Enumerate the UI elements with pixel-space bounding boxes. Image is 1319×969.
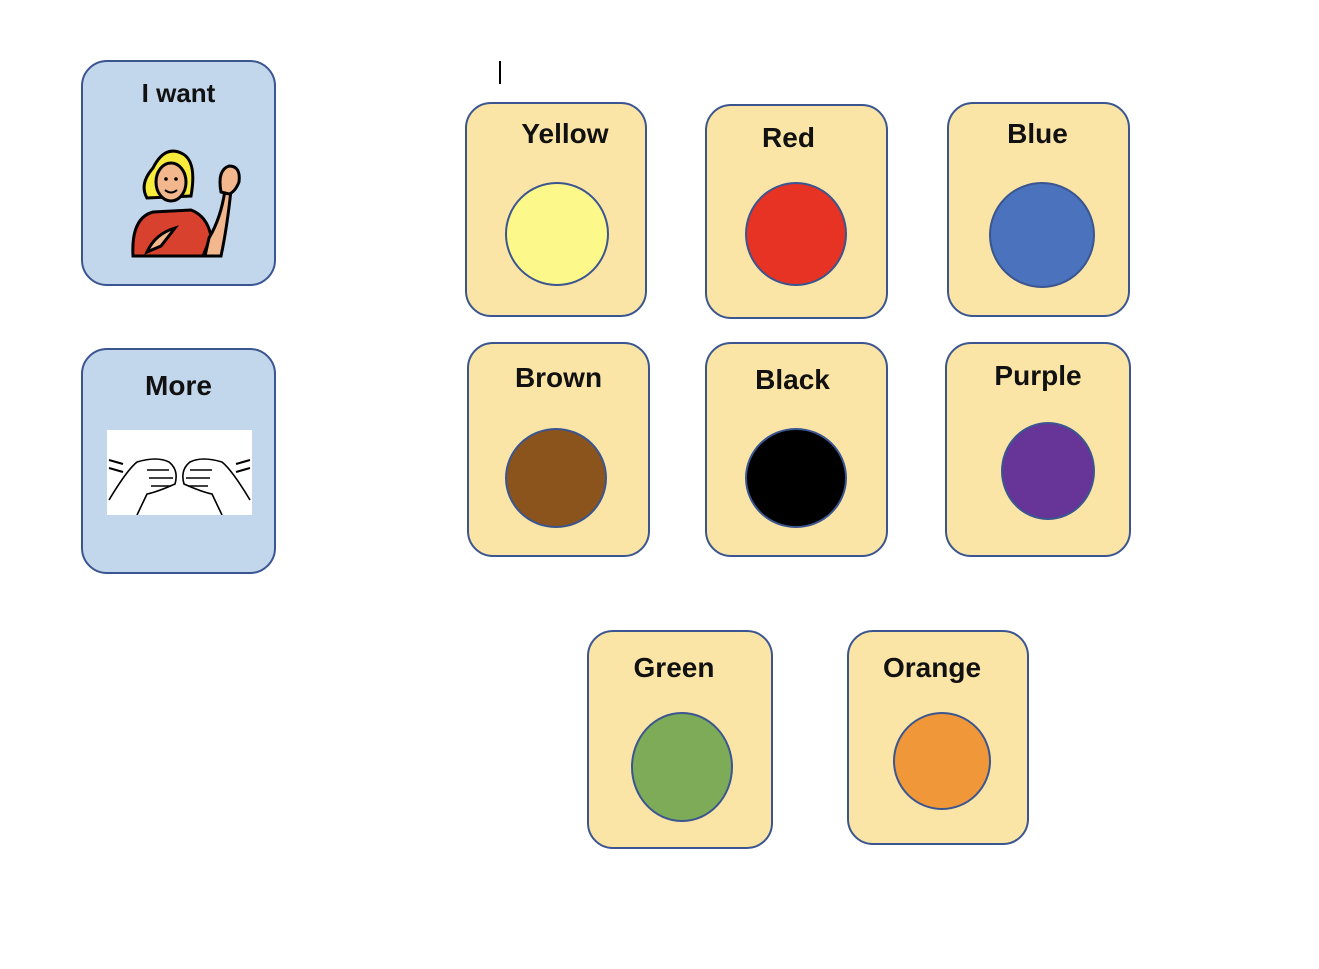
yellow-circle <box>505 182 609 286</box>
sign-more-hands-icon <box>107 430 252 515</box>
color-card-yellow[interactable]: Yellow <box>465 102 647 317</box>
card-label: Black <box>755 364 830 395</box>
card-label: Red <box>762 122 815 153</box>
color-card-blue[interactable]: Blue <box>947 102 1130 317</box>
orange-circle <box>893 712 991 810</box>
card-label: Green <box>633 652 715 683</box>
color-card-orange[interactable]: Orange <box>847 630 1029 845</box>
red-circle <box>745 182 847 286</box>
color-card-red[interactable]: Red <box>705 104 888 319</box>
purple-circle <box>1001 422 1095 520</box>
card-label: Purple <box>994 360 1082 391</box>
card-label: I want <box>141 78 216 108</box>
blue-circle <box>989 182 1095 288</box>
black-circle <box>745 428 847 528</box>
color-card-black[interactable]: Black <box>705 342 888 557</box>
color-card-green[interactable]: Green <box>587 630 773 849</box>
person-pointing-self-icon <box>131 149 241 258</box>
card-label: Yellow <box>521 118 609 149</box>
card-label: Blue <box>1007 118 1068 149</box>
color-card-brown[interactable]: Brown <box>467 342 650 557</box>
card-more[interactable]: More <box>81 348 276 574</box>
text-cursor <box>499 61 501 84</box>
card-label: More <box>145 370 212 401</box>
card-i-want[interactable]: I want <box>81 60 276 286</box>
brown-circle <box>505 428 607 528</box>
card-label: Orange <box>882 652 982 683</box>
card-label: Brown <box>514 362 603 393</box>
green-circle <box>631 712 733 822</box>
color-card-purple[interactable]: Purple <box>945 342 1131 557</box>
